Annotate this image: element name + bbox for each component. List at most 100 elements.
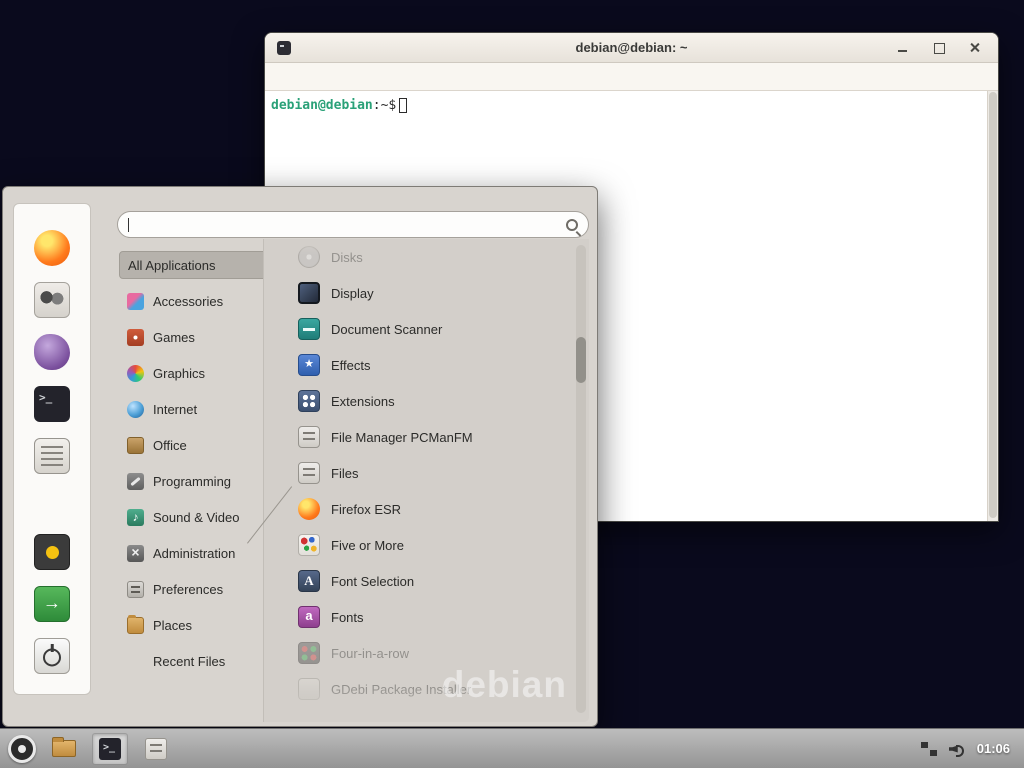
terminal-window-button[interactable] [92,733,128,765]
application-item[interactable]: Four-in-a-row [264,635,589,671]
application-item[interactable]: Files [264,455,589,491]
application-item[interactable]: File Manager PCManFM [264,419,589,455]
application-label: Five or More [331,538,404,553]
graphics-icon [127,365,144,382]
category-item[interactable]: Office [119,427,271,463]
application-item[interactable]: Document Scanner [264,311,589,347]
menubar-item[interactable] [289,73,307,81]
session-button[interactable] [34,534,70,570]
application-label: File Manager PCManFM [331,430,473,445]
terminal-scrollbar[interactable] [987,91,998,521]
menu-scrollbar-thumb[interactable] [576,337,586,383]
category-label: Office [153,438,187,453]
firefox-icon [34,230,70,266]
menubar-item[interactable] [361,73,379,81]
application-item[interactable]: Font Selection [264,563,589,599]
lock-screen-icon [34,534,70,570]
application-label: Font Selection [331,574,414,589]
fonts-icon [298,606,320,628]
category-item[interactable]: Preferences [119,571,271,607]
category-item[interactable]: All Applications [119,251,271,279]
category-item[interactable]: Programming [119,463,271,499]
session-button[interactable] [34,586,70,622]
application-label: Firefox ESR [331,502,401,517]
clock[interactable]: 01:06 [977,741,1010,756]
favorite-item[interactable] [34,282,70,318]
category-label: Administration [153,546,235,561]
application-label: Files [331,466,358,481]
sound-video-icon [127,509,144,526]
favorite-item[interactable] [34,386,70,422]
display-icon [298,282,320,304]
category-label: All Applications [128,258,215,273]
favorite-item[interactable] [34,438,70,474]
programming-icon [127,473,144,490]
application-item[interactable]: Five or More [264,527,589,563]
desktop: debian@debian: ~ debian@debian:~$ [0,0,1024,768]
category-label: Places [153,618,192,633]
terminal-scrollbar-thumb[interactable] [989,92,997,518]
menubar-item[interactable] [325,73,343,81]
menubar-item[interactable] [343,73,361,81]
system-tray: 01:06 [921,741,1016,756]
application-item[interactable]: Fonts [264,599,589,635]
category-item[interactable]: Games [119,319,271,355]
application-item[interactable]: Effects [264,347,589,383]
preferences-icon [127,581,144,598]
menu-search-bar[interactable] [117,211,589,238]
games-icon [127,329,144,346]
maximize-icon[interactable] [932,41,946,55]
category-item[interactable]: Internet [119,391,271,427]
files-icon [298,462,320,484]
menu-search-input[interactable] [129,212,566,237]
category-item[interactable]: Graphics [119,355,271,391]
application-label: Extensions [331,394,395,409]
menubar-item[interactable] [307,73,325,81]
category-item[interactable]: Accessories [119,283,271,319]
application-label: GDebi Package Installer [331,682,471,697]
favorite-item[interactable] [34,230,70,266]
category-label: Accessories [153,294,223,309]
window-controls [896,41,998,55]
menu-button[interactable] [8,735,36,763]
application-list: Disks Display Document Scanner Effects E… [264,239,589,707]
file-manager-launcher[interactable] [46,733,82,765]
favorite-item[interactable] [34,334,70,370]
application-item[interactable]: Disks [264,239,589,275]
category-item[interactable]: Places [119,607,271,643]
category-label: Internet [153,402,197,417]
minimize-icon[interactable] [896,41,910,55]
volume-icon[interactable] [949,742,965,756]
five-or-more-icon [298,534,320,556]
text-editor-launcher[interactable] [138,733,174,765]
accessories-icon [127,293,144,310]
application-item[interactable]: Extensions [264,383,589,419]
pidgin-icon [34,334,70,370]
menubar-item[interactable] [271,73,289,81]
terminal-cursor [399,98,407,113]
session-button[interactable] [34,638,70,674]
search-icon [566,219,578,231]
category-item[interactable]: Sound & Video [119,499,271,535]
window-title: debian@debian: ~ [265,40,998,55]
shutdown-icon [34,638,70,674]
network-icon[interactable] [921,742,937,756]
application-item[interactable]: Firefox ESR [264,491,589,527]
application-item[interactable]: Display [264,275,589,311]
application-label: Display [331,286,374,301]
category-label: Programming [153,474,231,489]
places-icon [127,617,144,634]
category-item[interactable]: Recent Files [119,643,271,679]
application-menu: All Applications Accessories Games Graph… [2,186,598,727]
user-accounts-icon [34,282,70,318]
close-icon[interactable] [968,41,982,55]
file-manager-icon [298,426,320,448]
four-in-a-row-icon [298,642,320,664]
application-item[interactable]: GDebi Package Installer [264,671,589,707]
terminal-titlebar[interactable]: debian@debian: ~ [265,33,998,63]
document-scanner-icon [298,318,320,340]
category-label: Sound & Video [153,510,240,525]
application-label: Effects [331,358,371,373]
menu-scrollbar[interactable] [576,245,586,713]
terminal-icon [34,386,70,422]
